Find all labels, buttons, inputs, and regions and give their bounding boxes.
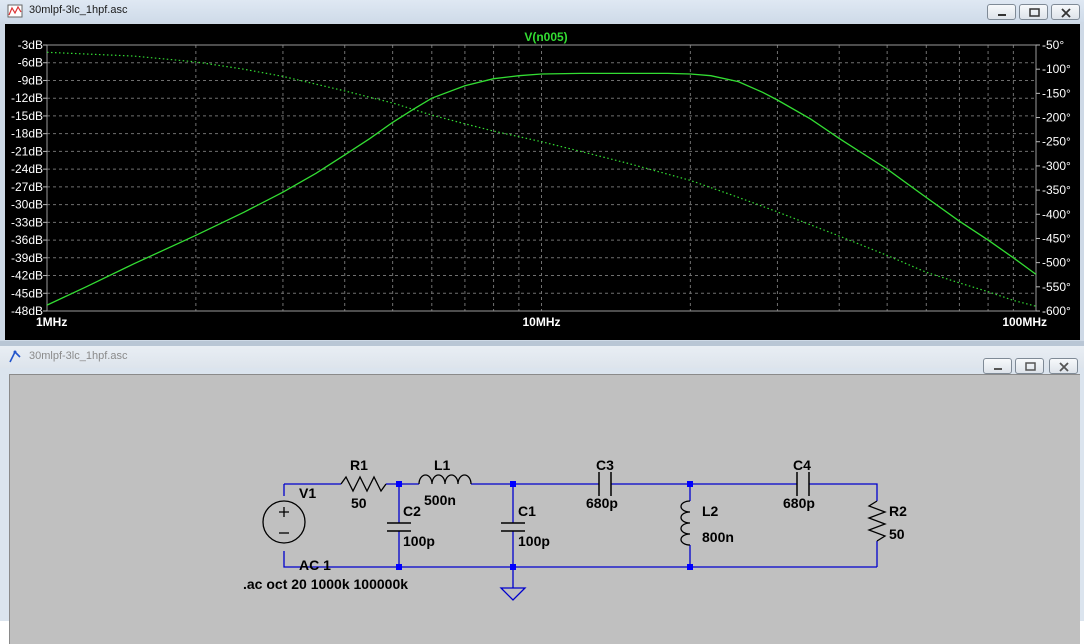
spice-directive[interactable]: .ac oct 20 1000k 100000k <box>243 576 408 592</box>
right-tick-label: -50° <box>1042 38 1064 52</box>
label-c4: C4 <box>793 457 811 473</box>
capacitor-c4[interactable] <box>796 472 810 496</box>
right-tick-label: -250° <box>1042 135 1071 149</box>
right-tick-label: -350° <box>1042 183 1071 197</box>
right-tick-label: -300° <box>1042 159 1071 173</box>
waveform-icon <box>7 4 23 18</box>
close-button[interactable] <box>1051 4 1080 20</box>
minimize-icon <box>994 368 1002 370</box>
waveform-window: 30mlpf-3lc_1hpf.asc V(n005) -3dB -6dB -9dB… <box>0 0 1084 344</box>
right-tick-label: -150° <box>1042 86 1071 100</box>
schematic-minimize-button[interactable] <box>983 358 1012 374</box>
bode-plot[interactable]: V(n005) -3dB -6dB -9dB -12dB -15dB -18dB -21dB… <box>5 24 1080 340</box>
label-c1: C1 <box>518 503 536 519</box>
trace-label-vn005[interactable]: V(n005) <box>524 30 567 44</box>
label-r1: R1 <box>350 457 368 473</box>
left-tick-label: -9dB <box>18 73 43 87</box>
value-l2: 800n <box>702 529 734 545</box>
left-tick-label: -15dB <box>11 109 43 123</box>
left-tick-label: -42dB <box>11 269 43 283</box>
label-c3: C3 <box>596 457 614 473</box>
right-tick-label: -450° <box>1042 231 1071 245</box>
left-tick-label: -36dB <box>11 233 43 247</box>
source-value: AC 1 <box>299 557 331 573</box>
schematic-close-button[interactable] <box>1049 358 1078 374</box>
voltage-source-v1[interactable] <box>262 500 306 544</box>
capacitor-c1[interactable] <box>501 522 525 532</box>
label-v1: V1 <box>299 485 316 501</box>
x-tick-label: 10MHz <box>522 315 560 329</box>
plot-pane[interactable]: V(n005) -3dB -6dB -9dB -12dB -15dB -18dB -21dB… <box>5 24 1080 340</box>
right-tick-label: -200° <box>1042 111 1071 125</box>
minimize-icon <box>998 14 1006 16</box>
value-r2: 50 <box>889 526 905 542</box>
left-tick-label: -45dB <box>11 286 43 300</box>
close-icon <box>1061 8 1071 18</box>
value-c4: 680p <box>783 495 815 511</box>
schematic-titlebar[interactable]: 30mlpf-3lc_1hpf.asc <box>0 346 1084 374</box>
inductor-l2[interactable] <box>680 500 691 546</box>
schematic-restore-button[interactable] <box>1015 358 1044 374</box>
x-tick-label: 1MHz <box>36 315 67 329</box>
value-c2: 100p <box>403 533 435 549</box>
value-l1: 500n <box>424 492 456 508</box>
inductor-l1[interactable] <box>418 474 472 485</box>
x-tick-label: 100MHz <box>1002 315 1047 329</box>
label-c2: C2 <box>403 503 421 519</box>
left-tick-label: -12dB <box>11 91 43 105</box>
left-tick-label: -21dB <box>11 144 43 158</box>
capacitor-c3[interactable] <box>598 472 612 496</box>
resistor-r1[interactable] <box>340 475 387 493</box>
left-tick-label: -3dB <box>18 38 43 52</box>
capacitor-c2[interactable] <box>387 522 411 532</box>
value-r1: 50 <box>351 495 367 511</box>
restore-icon <box>1025 362 1036 371</box>
restore-icon <box>1029 8 1040 17</box>
left-tick-label: -33dB <box>11 215 43 229</box>
label-l2: L2 <box>702 503 719 519</box>
schematic-window: 30mlpf-3lc_1hpf.asc V1 R1 50 L1 500n C2 … <box>0 346 1084 644</box>
left-tick-label: -27dB <box>11 180 43 194</box>
waveform-titlebar[interactable]: 30mlpf-3lc_1hpf.asc <box>0 0 1084 22</box>
left-tick-label: -18dB <box>11 127 43 141</box>
value-c3: 680p <box>586 495 618 511</box>
close-icon <box>1059 362 1069 372</box>
left-tick-label: -6dB <box>18 56 43 70</box>
label-l1: L1 <box>434 457 451 473</box>
ground-icon <box>499 587 527 601</box>
right-tick-label: -100° <box>1042 62 1071 76</box>
value-c1: 100p <box>518 533 550 549</box>
restore-button[interactable] <box>1019 4 1048 20</box>
schematic-icon <box>9 350 21 363</box>
left-tick-label: -39dB <box>11 251 43 265</box>
label-r2: R2 <box>889 503 907 519</box>
minimize-button[interactable] <box>987 4 1016 20</box>
left-tick-label: -24dB <box>11 162 43 176</box>
right-tick-label: -500° <box>1042 256 1071 270</box>
right-tick-label: -550° <box>1042 280 1071 294</box>
schematic-canvas[interactable]: V1 R1 50 L1 500n C2 100p C1 100p C3 680p… <box>9 374 1080 644</box>
right-tick-label: -400° <box>1042 207 1071 221</box>
resistor-r2[interactable] <box>867 500 887 542</box>
left-tick-label: -30dB <box>11 198 43 212</box>
waveform-window-title: 30mlpf-3lc_1hpf.asc <box>29 4 128 16</box>
circuit-diagram[interactable]: V1 R1 50 L1 500n C2 100p C1 100p C3 680p… <box>10 375 1080 622</box>
schematic-window-title: 30mlpf-3lc_1hpf.asc <box>29 350 128 362</box>
